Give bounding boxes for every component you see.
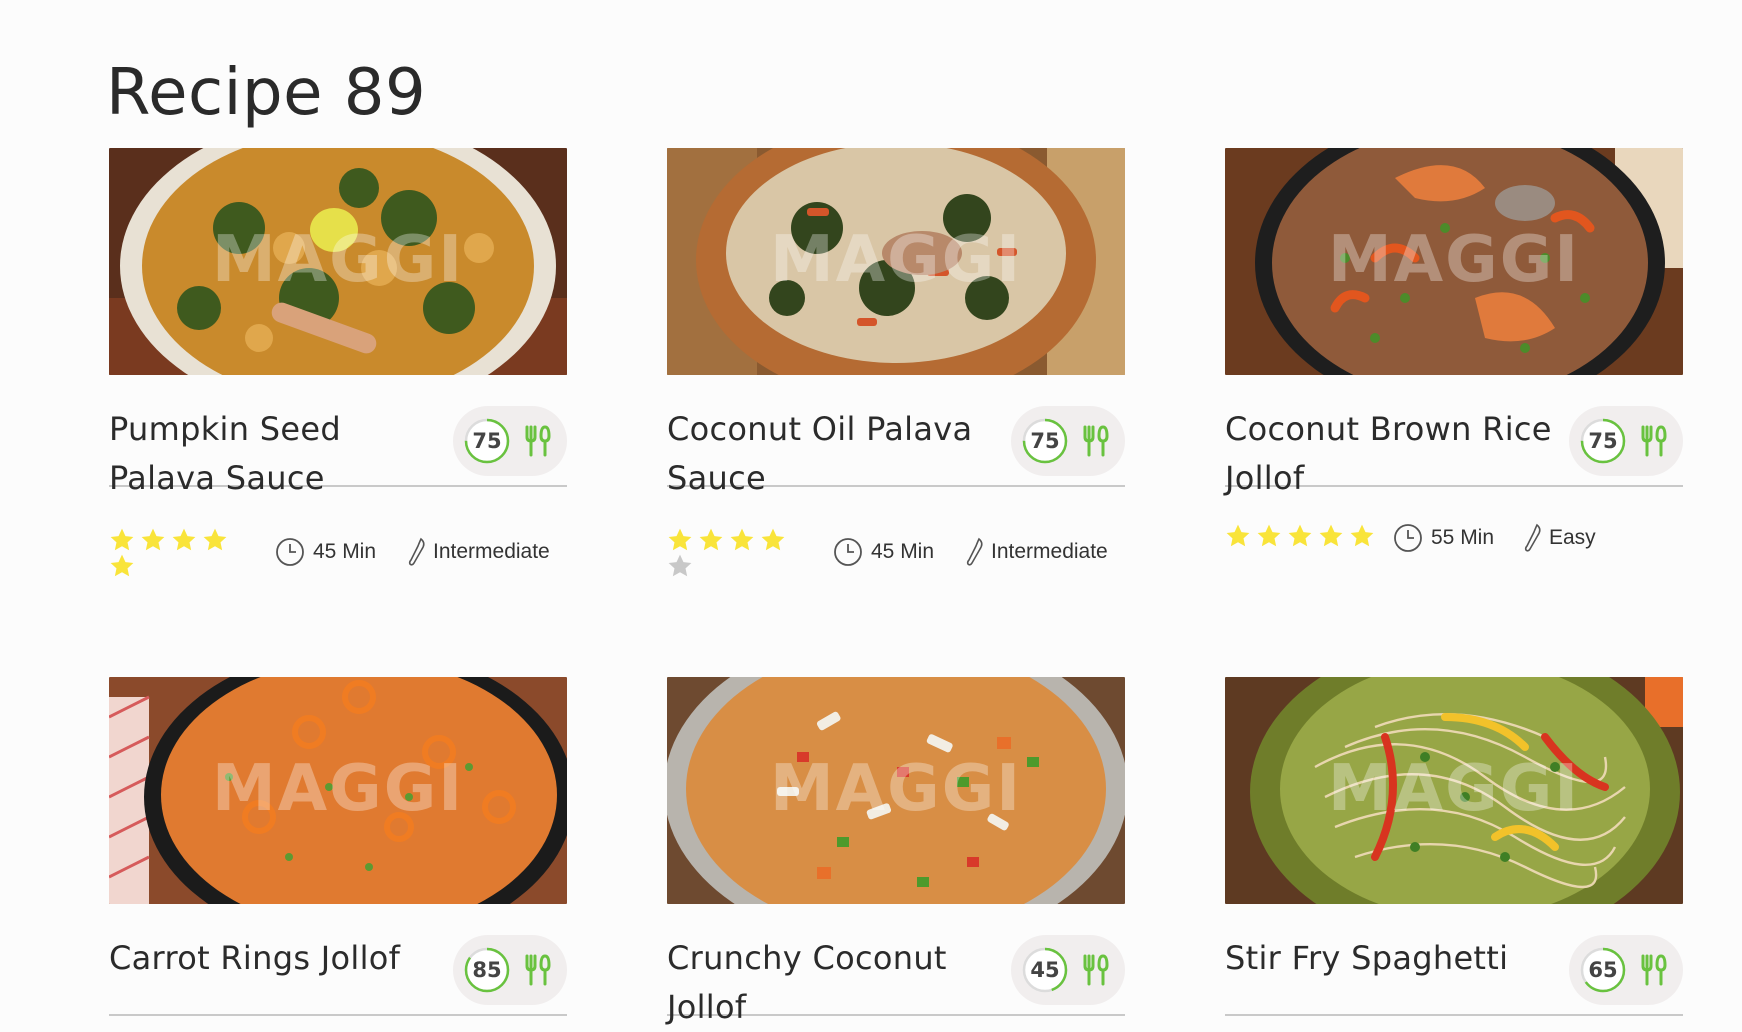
recipe-meta: 45 Min Intermediate — [667, 487, 1125, 617]
utensils-icon — [1641, 954, 1667, 986]
star-icon — [761, 528, 785, 551]
title-row: Coconut Brown Rice Jollof 75 — [1225, 375, 1683, 497]
recipe-card[interactable]: MAGGI Pumpkin Seed Palava Sauce 75 45 Mi… — [109, 148, 567, 617]
clock-icon — [834, 538, 862, 566]
recipe-card[interactable]: MAGGI Coconut Brown Rice Jollof 75 55 Mi… — [1225, 148, 1683, 617]
recipe-image[interactable]: MAGGI — [1225, 677, 1683, 904]
recipe-card[interactable]: MAGGI Coconut Oil Palava Sauce 75 45 Min… — [667, 148, 1125, 617]
star-icon — [1350, 524, 1374, 547]
nutrition-score-badge: 75 — [453, 406, 567, 476]
recipe-title[interactable]: Crunchy Coconut Jollof — [667, 934, 997, 1032]
difficulty-value: Intermediate — [991, 540, 1108, 563]
maggi-watermark: MAGGI — [1327, 752, 1581, 826]
difficulty: Intermediate — [407, 537, 550, 567]
recipe-image[interactable]: MAGGI — [109, 677, 567, 904]
recipe-title[interactable]: Stir Fry Spaghetti — [1225, 934, 1565, 983]
whisk-icon — [1524, 523, 1541, 552]
rating-stars — [109, 527, 234, 579]
utensils-icon — [1083, 954, 1109, 986]
clock-icon — [1394, 524, 1422, 552]
maggi-watermark: MAGGI — [211, 752, 465, 826]
utensils-icon — [1641, 425, 1667, 457]
nutrition-score: 75 — [1588, 429, 1618, 453]
cook-time-value: 45 Min — [313, 540, 377, 563]
title-row: Carrot Rings Jollof 85 — [109, 904, 567, 1016]
maggi-watermark: MAGGI — [1327, 223, 1581, 297]
difficulty-value: Intermediate — [433, 540, 550, 563]
star-icon — [110, 528, 134, 551]
star-icon — [668, 528, 692, 551]
star-icon — [172, 528, 196, 551]
recipe-card[interactable]: MAGGI Carrot Rings Jollof 85 — [109, 677, 567, 1016]
utensils-icon — [525, 954, 551, 986]
cook-time-value: 55 Min — [1431, 526, 1495, 549]
difficulty-value: Easy — [1549, 526, 1596, 549]
title-row: Crunchy Coconut Jollof 45 — [667, 904, 1125, 1026]
recipe-image[interactable]: MAGGI — [667, 148, 1125, 375]
difficulty: Intermediate — [965, 537, 1108, 567]
recipe-card[interactable]: MAGGI Crunchy Coconut Jollof 45 — [667, 677, 1125, 1026]
star-icon — [1257, 524, 1281, 547]
nutrition-score-badge: 65 — [1569, 935, 1683, 1005]
page-title: Recipe 89 — [106, 56, 427, 130]
star-icon — [730, 528, 754, 551]
nutrition-score-badge: 75 — [1011, 406, 1125, 476]
cook-time-value: 45 Min — [871, 540, 935, 563]
clock-icon — [276, 538, 304, 566]
recipe-card[interactable]: MAGGI Stir Fry Spaghetti 65 — [1225, 677, 1683, 1016]
title-row: Coconut Oil Palava Sauce 75 — [667, 375, 1125, 497]
recipe-meta: 45 Min Intermediate — [109, 487, 567, 617]
utensils-icon — [1083, 425, 1109, 457]
nutrition-score-badge: 85 — [453, 935, 567, 1005]
nutrition-score-badge: 45 — [1011, 935, 1125, 1005]
title-row: Stir Fry Spaghetti 65 — [1225, 904, 1683, 1016]
star-icon-empty — [668, 554, 692, 577]
nutrition-score: 75 — [472, 429, 502, 453]
star-icon — [699, 528, 723, 551]
whisk-icon — [966, 537, 983, 566]
star-icon — [203, 528, 227, 551]
cook-time: 45 Min — [833, 537, 934, 567]
nutrition-score: 45 — [1030, 958, 1060, 982]
star-icon — [110, 554, 134, 577]
utensils-icon — [525, 425, 551, 457]
maggi-watermark: MAGGI — [769, 752, 1023, 826]
difficulty: Easy — [1523, 523, 1596, 553]
star-icon — [1319, 524, 1343, 547]
title-row: Pumpkin Seed Palava Sauce 75 — [109, 375, 567, 497]
cook-time: 45 Min — [275, 537, 376, 567]
nutrition-score: 75 — [1030, 429, 1060, 453]
rating-stars — [667, 527, 792, 579]
recipe-image[interactable]: MAGGI — [1225, 148, 1683, 375]
star-icon — [1226, 524, 1250, 547]
recipe-title[interactable]: Carrot Rings Jollof — [109, 934, 449, 983]
whisk-icon — [408, 537, 425, 566]
recipe-image[interactable]: MAGGI — [109, 148, 567, 375]
recipe-meta: 55 Min Easy — [1225, 487, 1683, 617]
star-icon — [1288, 524, 1312, 547]
cook-time: 55 Min — [1393, 523, 1494, 553]
recipe-image[interactable]: MAGGI — [667, 677, 1125, 904]
nutrition-score-badge: 75 — [1569, 406, 1683, 476]
star-icon — [141, 528, 165, 551]
nutrition-score: 85 — [472, 958, 502, 982]
rating-stars — [1225, 523, 1385, 549]
nutrition-score: 65 — [1588, 958, 1618, 982]
maggi-watermark: MAGGI — [211, 223, 465, 297]
maggi-watermark: MAGGI — [769, 223, 1023, 297]
